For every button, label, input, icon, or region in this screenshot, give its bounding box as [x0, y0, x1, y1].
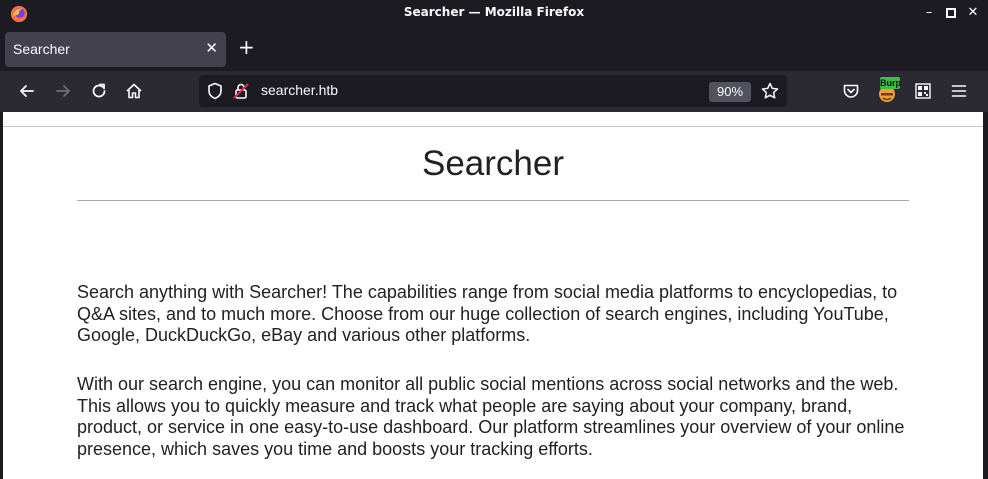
tracking-shield-icon[interactable]	[205, 81, 225, 101]
top-divider	[3, 126, 983, 127]
forward-arrow-icon[interactable]	[53, 81, 73, 101]
hamburger-menu-icon[interactable]	[949, 81, 969, 101]
bookmark-star-icon[interactable]	[760, 81, 780, 101]
zoom-level-badge[interactable]: 90%	[709, 82, 751, 102]
tab-strip: Searcher ✕ +	[0, 27, 988, 71]
navigation-toolbar: searcher.htb 90% Burp	[0, 71, 988, 112]
maximize-icon	[946, 8, 956, 18]
url-bar[interactable]: searcher.htb 90%	[199, 75, 787, 107]
burp-extension-label: Burp	[880, 77, 901, 89]
close-window-button[interactable]: ✕	[964, 4, 982, 22]
title-divider	[77, 200, 909, 201]
page-title: Searcher	[421, 144, 565, 183]
tab-label: Searcher	[13, 41, 70, 57]
window-title: Searcher — Mozilla Firefox	[403, 5, 585, 19]
qr-code-extension-icon[interactable]	[913, 81, 933, 101]
url-text[interactable]: searcher.htb	[261, 82, 338, 98]
insecure-lock-icon[interactable]	[231, 81, 251, 101]
tab-close-icon[interactable]: ✕	[205, 39, 218, 57]
pocket-icon[interactable]	[841, 81, 861, 101]
tab-searcher[interactable]: Searcher ✕	[5, 32, 226, 67]
home-icon[interactable]	[124, 81, 144, 101]
new-tab-button[interactable]: +	[238, 37, 255, 57]
reload-icon[interactable]	[89, 81, 109, 101]
window-titlebar: Searcher — Mozilla Firefox – ✕	[0, 0, 988, 27]
page-viewport: Searcher Search anything with Searcher! …	[3, 112, 983, 479]
minimize-button[interactable]: –	[920, 4, 938, 22]
back-arrow-icon[interactable]	[17, 81, 37, 101]
intro-paragraph: Search anything with Searcher! The capab…	[77, 282, 898, 345]
monitoring-paragraph: With our search engine, you can monitor …	[77, 374, 905, 459]
maximize-button[interactable]	[942, 4, 960, 22]
